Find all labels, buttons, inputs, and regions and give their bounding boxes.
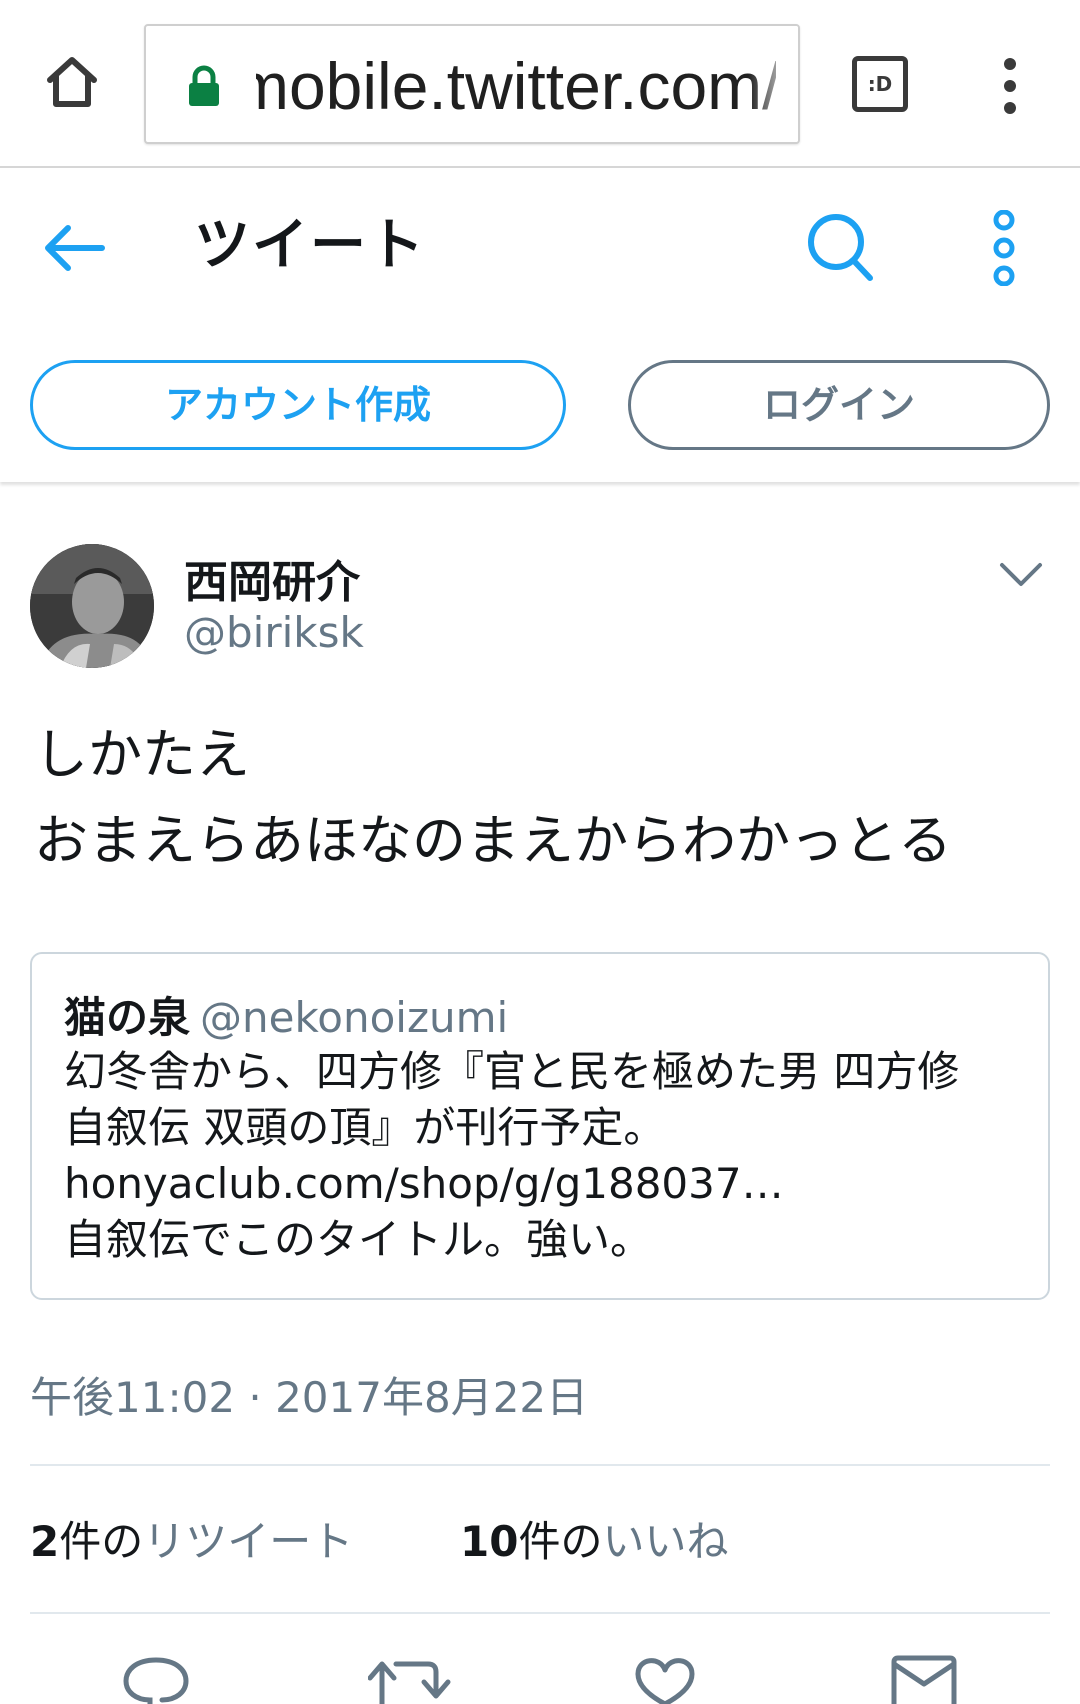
quoted-tweet-text: 幻冬舎から、四方修『官と民を極めた男 四方修 自叙伝 双頭の頂』が刊行予定。 h… [64, 1044, 1034, 1268]
back-arrow-icon[interactable] [40, 220, 110, 276]
divider [30, 1464, 1050, 1466]
retweet-count[interactable]: 2件のリツイート [30, 1508, 353, 1569]
more-options-icon[interactable] [984, 209, 1024, 287]
url-fade [748, 26, 798, 142]
url-text: mobile.twitter.com/b [256, 49, 776, 123]
browser-toolbar: mobile.twitter.com/b :D [0, 0, 1080, 168]
retweet-count-number: 2 [30, 1517, 60, 1566]
like-count[interactable]: 10件のいいね [460, 1508, 728, 1569]
author-name[interactable]: 西岡研介 [184, 546, 360, 610]
lock-icon [186, 64, 222, 108]
retweet-count-unit: 件の [59, 1517, 144, 1566]
like-count-label: いいね [602, 1517, 729, 1566]
reply-icon[interactable] [120, 1654, 192, 1704]
quoted-text-line: 自叙伝でこのタイトル。強い。 [64, 1215, 653, 1264]
address-bar[interactable]: mobile.twitter.com/b [144, 24, 800, 144]
tab-switcher-button[interactable]: :D [852, 56, 908, 112]
author-handle[interactable]: @biriksk [184, 608, 364, 657]
tweet-text-line: おまえらあほなのまえからわかっとる [34, 809, 952, 872]
search-icon[interactable] [806, 212, 876, 284]
page-title: ツイート [194, 213, 426, 278]
tweet-text-line: しかたえ [34, 723, 250, 786]
quoted-author-handle: @nekonoizumi [200, 993, 509, 1042]
tweet-actions [0, 1640, 1080, 1704]
message-icon[interactable] [888, 1654, 960, 1704]
like-count-unit: 件の [518, 1517, 603, 1566]
quoted-text-line: 自叙伝 双頭の頂』が刊行予定。 [64, 1103, 666, 1152]
chevron-down-icon[interactable] [998, 560, 1044, 590]
quoted-author-name: 猫の泉 [64, 993, 191, 1042]
create-account-button[interactable]: アカウント作成 [30, 360, 566, 450]
quoted-text-line: 幻冬舎から、四方修『官と民を極めた男 四方修 [64, 1047, 960, 1096]
retweet-count-label: リツイート [143, 1517, 354, 1566]
avatar[interactable] [30, 544, 154, 668]
quoted-tweet-card[interactable]: 猫の泉 @nekonoizumi 幻冬舎から、四方修『官と民を極めた男 四方修 自… [30, 952, 1050, 1300]
app-header: ツイート アカウント作成 ログイン [0, 170, 1080, 482]
vertical-dots-icon[interactable] [998, 56, 1022, 116]
retweet-icon[interactable] [367, 1654, 454, 1704]
divider [30, 1612, 1050, 1614]
tweet-stats: 2件のリツイート 10件のいいね [30, 1508, 728, 1569]
home-icon[interactable] [40, 50, 104, 114]
login-button[interactable]: ログイン [628, 360, 1050, 450]
tweet-text: しかたえ おまえらあほなのまえからわかっとる [34, 712, 1054, 884]
like-count-number: 10 [460, 1517, 519, 1566]
quoted-text-line: honyaclub.com/shop/g/g188037… [64, 1159, 784, 1208]
tweet-timestamp[interactable]: 午後11:02 · 2017年8月22日 [30, 1364, 588, 1425]
like-icon[interactable] [630, 1654, 700, 1704]
quoted-tweet-header: 猫の泉 @nekonoizumi [64, 984, 508, 1045]
